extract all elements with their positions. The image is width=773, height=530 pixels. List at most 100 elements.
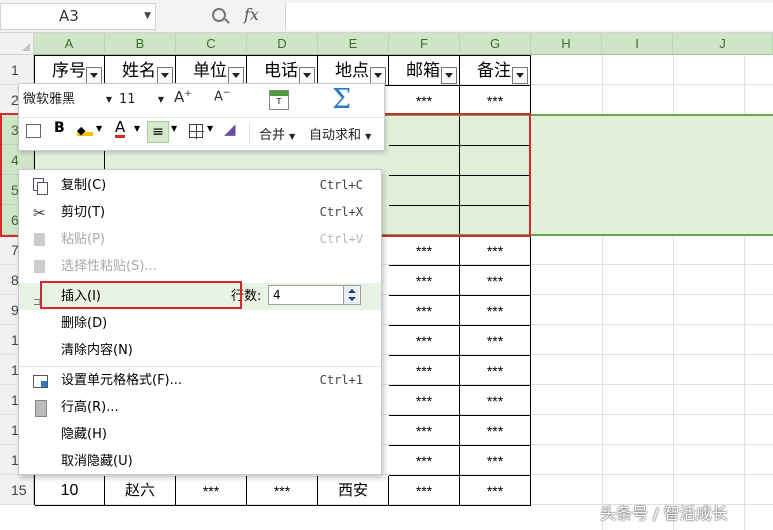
table-header-cell[interactable]: 地点 (318, 56, 389, 86)
table-header-cell[interactable]: 电话 (247, 56, 318, 86)
menu-item-format-cells[interactable]: 设置单元格格式(F)... Ctrl+1 (19, 367, 381, 394)
menu-item-unhide[interactable]: 取消隐藏(U) (19, 448, 381, 475)
format-cells-icon (33, 373, 49, 389)
menu-item-paste[interactable]: 粘贴(P) Ctrl+V (19, 226, 381, 253)
table-cell[interactable]: *** (389, 296, 460, 326)
table-cell[interactable]: *** (389, 326, 460, 356)
format-painter-icon[interactable] (26, 124, 41, 138)
filter-dropdown-icon[interactable] (299, 67, 315, 84)
row-header[interactable]: 15 (0, 475, 34, 505)
table-cell[interactable]: 10 (35, 476, 105, 506)
borders-icon[interactable] (189, 124, 204, 139)
formula-input[interactable] (285, 3, 773, 30)
table-cell[interactable]: *** (389, 266, 460, 296)
menu-item-row-height[interactable]: 行高(R)... (19, 394, 381, 421)
table-cell[interactable]: *** (460, 386, 531, 416)
chevron-down-icon[interactable]: ▼ (134, 124, 140, 133)
table-header-cell[interactable]: 序号 (35, 56, 105, 86)
font-name-select[interactable]: 微软雅黑 ▼ (23, 89, 116, 111)
filter-dropdown-icon[interactable] (441, 67, 457, 84)
column-header-f[interactable]: F (389, 33, 460, 55)
table-cell[interactable]: *** (389, 476, 460, 506)
column-header-a[interactable]: A (34, 33, 105, 55)
chevron-down-icon[interactable]: ▼ (289, 132, 295, 141)
menu-item-paste-special[interactable]: 选择性粘贴(S)... (19, 253, 381, 280)
column-header-d[interactable]: D (247, 33, 318, 55)
divider (19, 117, 386, 118)
font-size-select[interactable]: 11 ▼ (119, 89, 167, 111)
table-header-cell[interactable]: 备注 (460, 56, 531, 86)
table-cell[interactable]: *** (460, 356, 531, 386)
spinner-icon[interactable] (343, 286, 359, 304)
autosum-button[interactable]: 自动求和 ▼ (309, 124, 371, 143)
scissors-icon: ✂ (33, 204, 46, 222)
table-header-cell[interactable]: 单位 (176, 56, 247, 86)
column-header-e[interactable]: E (318, 33, 389, 55)
select-all-corner[interactable] (0, 33, 34, 55)
column-header-h[interactable]: H (531, 33, 602, 55)
chevron-down-icon[interactable]: ▼ (171, 124, 177, 133)
chevron-down-icon[interactable]: ▼ (365, 132, 371, 141)
table-cell[interactable]: *** (389, 236, 460, 266)
context-menu: 复制(C) Ctrl+C ✂ 剪切(T) Ctrl+X 粘贴(P) Ctrl+V… (18, 169, 382, 475)
menu-item-clear-contents[interactable]: 清除内容(N) (19, 337, 381, 364)
table-cell[interactable]: *** (460, 476, 531, 506)
table-cell[interactable]: *** (389, 446, 460, 476)
table-cell[interactable]: *** (460, 416, 531, 446)
search-icon[interactable] (212, 8, 226, 22)
menu-item-cut[interactable]: ✂ 剪切(T) Ctrl+X (19, 199, 381, 226)
bold-button[interactable]: B (54, 120, 65, 136)
copy-icon (33, 178, 49, 195)
filter-dropdown-icon[interactable] (86, 67, 102, 84)
chevron-down-icon[interactable]: ▼ (106, 89, 112, 111)
table-cell[interactable]: *** (389, 416, 460, 446)
table-cell[interactable]: *** (247, 476, 318, 506)
column-header-i[interactable]: I (602, 33, 673, 55)
chevron-down-icon[interactable]: ▼ (96, 124, 102, 133)
divider (249, 123, 250, 143)
filter-dropdown-icon[interactable] (512, 67, 528, 84)
paste-special-icon (33, 259, 49, 275)
filter-dropdown-icon[interactable] (157, 67, 173, 84)
table-cell[interactable]: *** (460, 266, 531, 296)
row-header[interactable]: 1 (0, 55, 34, 85)
table-cell[interactable]: *** (389, 86, 460, 116)
table-cell[interactable]: 西安 (318, 476, 389, 506)
table-cell[interactable]: *** (389, 386, 460, 416)
table-cell[interactable]: 赵六 (105, 476, 176, 506)
cell-style-icon[interactable]: T (269, 90, 289, 110)
chevron-down-icon[interactable]: ▼ (207, 124, 213, 133)
decrease-font-icon[interactable]: A− (214, 88, 230, 104)
sum-icon[interactable]: Σ (332, 84, 351, 115)
eraser-icon[interactable]: ◢ (224, 120, 236, 138)
table-header-cell[interactable]: 姓名 (105, 56, 176, 86)
menu-item-delete[interactable]: 删除(D) (19, 310, 381, 337)
merge-button[interactable]: 合并 ▼ (259, 124, 295, 143)
table-cell[interactable]: *** (389, 356, 460, 386)
column-header-b[interactable]: B (105, 33, 176, 55)
table-cell[interactable]: *** (460, 446, 531, 476)
table-cell[interactable]: *** (460, 236, 531, 266)
column-header-j[interactable]: J (673, 33, 773, 55)
table-cell[interactable]: *** (460, 86, 531, 116)
table-cell[interactable]: *** (176, 476, 247, 506)
menu-item-hide[interactable]: 隐藏(H) (19, 421, 381, 448)
chevron-down-icon[interactable]: ▼ (144, 4, 151, 29)
align-center-icon[interactable]: ≡ (147, 121, 169, 143)
highlight-box (40, 281, 242, 309)
table-cell[interactable]: *** (460, 296, 531, 326)
column-header-c[interactable]: C (176, 33, 247, 55)
filter-dropdown-icon[interactable] (370, 67, 386, 84)
font-color-button[interactable]: A (115, 119, 126, 138)
fill-color-icon[interactable]: ◆ (77, 123, 93, 137)
increase-font-icon[interactable]: A+ (174, 88, 192, 106)
filter-dropdown-icon[interactable] (228, 67, 244, 84)
fx-button[interactable]: fx (244, 5, 259, 24)
table-cell[interactable]: *** (460, 326, 531, 356)
name-box[interactable]: A3 ▼ (0, 3, 156, 30)
name-box-value: A3 (59, 7, 79, 25)
menu-item-copy[interactable]: 复制(C) Ctrl+C (19, 172, 381, 199)
chevron-down-icon[interactable]: ▼ (158, 89, 164, 111)
table-header-cell[interactable]: 邮箱 (389, 56, 460, 86)
column-header-g[interactable]: G (460, 33, 531, 55)
